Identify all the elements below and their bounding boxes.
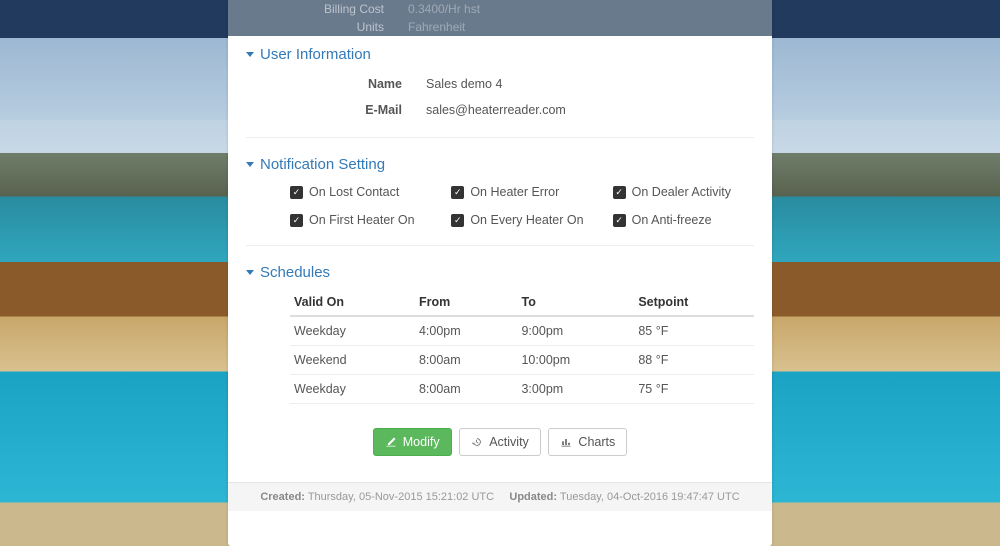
cell-setpoint: 88 °F: [634, 346, 754, 375]
panel-footer: Created: Thursday, 05-Nov-2015 15:21:02 …: [228, 482, 772, 511]
value-name: Sales demo 4: [426, 77, 502, 91]
modify-button[interactable]: Modify: [373, 428, 452, 456]
notif-label: On Dealer Activity: [632, 185, 731, 199]
section-toggle-notification[interactable]: Notification Setting: [246, 156, 754, 173]
notif-label: On Lost Contact: [309, 185, 399, 199]
section-title-notification: Notification Setting: [260, 156, 385, 173]
section-title-schedules: Schedules: [260, 264, 330, 281]
cell-to: 10:00pm: [517, 346, 634, 375]
cell-from: 8:00am: [415, 375, 518, 404]
activity-button-label: Activity: [489, 435, 529, 449]
checkbox-checked-icon: ✓: [613, 186, 626, 199]
col-valid-on: Valid On: [290, 289, 415, 316]
notif-label: On Heater Error: [470, 185, 559, 199]
updated-value: Tuesday, 04-Oct-2016 19:47:47 UTC: [560, 491, 740, 503]
chart-icon: [560, 436, 572, 448]
history-icon: [471, 436, 483, 448]
table-row: Weekday 4:00pm 9:00pm 85 °F: [290, 316, 754, 346]
checkbox-checked-icon: ✓: [290, 186, 303, 199]
table-header-row: Valid On From To Setpoint: [290, 289, 754, 316]
caret-down-icon: [246, 162, 254, 167]
checkbox-checked-icon: ✓: [613, 214, 626, 227]
cell-setpoint: 75 °F: [634, 375, 754, 404]
value-email: sales@heaterreader.com: [426, 103, 566, 117]
notif-item[interactable]: ✓ On Every Heater On: [451, 213, 592, 227]
action-bar: Modify Activity Charts: [246, 428, 754, 456]
col-to: To: [517, 289, 634, 316]
top-value-units: Fahrenheit: [408, 20, 465, 34]
notif-label: On First Heater On: [309, 213, 415, 227]
section-toggle-schedules[interactable]: Schedules: [246, 264, 754, 281]
col-setpoint: Setpoint: [634, 289, 754, 316]
created-value: Thursday, 05-Nov-2015 15:21:02 UTC: [308, 491, 494, 503]
charts-button[interactable]: Charts: [548, 428, 627, 456]
cell-to: 3:00pm: [517, 375, 634, 404]
cell-valid: Weekend: [290, 346, 415, 375]
label-name: Name: [246, 77, 426, 91]
activity-button[interactable]: Activity: [459, 428, 541, 456]
notif-item[interactable]: ✓ On First Heater On: [290, 213, 431, 227]
updated-label: Updated:: [509, 491, 557, 503]
top-value-billing: 0.3400/Hr hst: [408, 2, 480, 16]
table-row: Weekday 8:00am 3:00pm 75 °F: [290, 375, 754, 404]
col-from: From: [415, 289, 518, 316]
caret-down-icon: [246, 270, 254, 275]
label-email: E-Mail: [246, 103, 426, 117]
divider: [246, 137, 754, 138]
top-label-billing: Billing Cost: [228, 2, 408, 16]
checkbox-checked-icon: ✓: [451, 214, 464, 227]
cell-valid: Weekday: [290, 375, 415, 404]
table-row: Weekend 8:00am 10:00pm 88 °F: [290, 346, 754, 375]
charts-button-label: Charts: [578, 435, 615, 449]
cell-from: 8:00am: [415, 346, 518, 375]
notif-label: On Anti-freeze: [632, 213, 712, 227]
section-toggle-user-info[interactable]: User Information: [246, 46, 754, 63]
top-label-units: Units: [228, 20, 408, 34]
notif-label: On Every Heater On: [470, 213, 583, 227]
cell-valid: Weekday: [290, 316, 415, 346]
created-label: Created:: [260, 491, 305, 503]
notif-item[interactable]: ✓ On Anti-freeze: [613, 213, 754, 227]
cell-setpoint: 85 °F: [634, 316, 754, 346]
cell-from: 4:00pm: [415, 316, 518, 346]
main-panel: Billing Cost 0.3400/Hr hst Units Fahrenh…: [228, 0, 772, 546]
checkbox-checked-icon: ✓: [451, 186, 464, 199]
notif-item[interactable]: ✓ On Heater Error: [451, 185, 592, 199]
divider: [246, 245, 754, 246]
caret-down-icon: [246, 52, 254, 57]
notif-item[interactable]: ✓ On Lost Contact: [290, 185, 431, 199]
notif-item[interactable]: ✓ On Dealer Activity: [613, 185, 754, 199]
section-title-user-info: User Information: [260, 46, 371, 63]
checkbox-checked-icon: ✓: [290, 214, 303, 227]
schedules-table: Valid On From To Setpoint Weekday 4:00pm…: [290, 289, 754, 404]
header-overlay: Billing Cost 0.3400/Hr hst Units Fahrenh…: [228, 0, 772, 36]
edit-icon: [385, 436, 397, 448]
modify-button-label: Modify: [403, 435, 440, 449]
cell-to: 9:00pm: [517, 316, 634, 346]
